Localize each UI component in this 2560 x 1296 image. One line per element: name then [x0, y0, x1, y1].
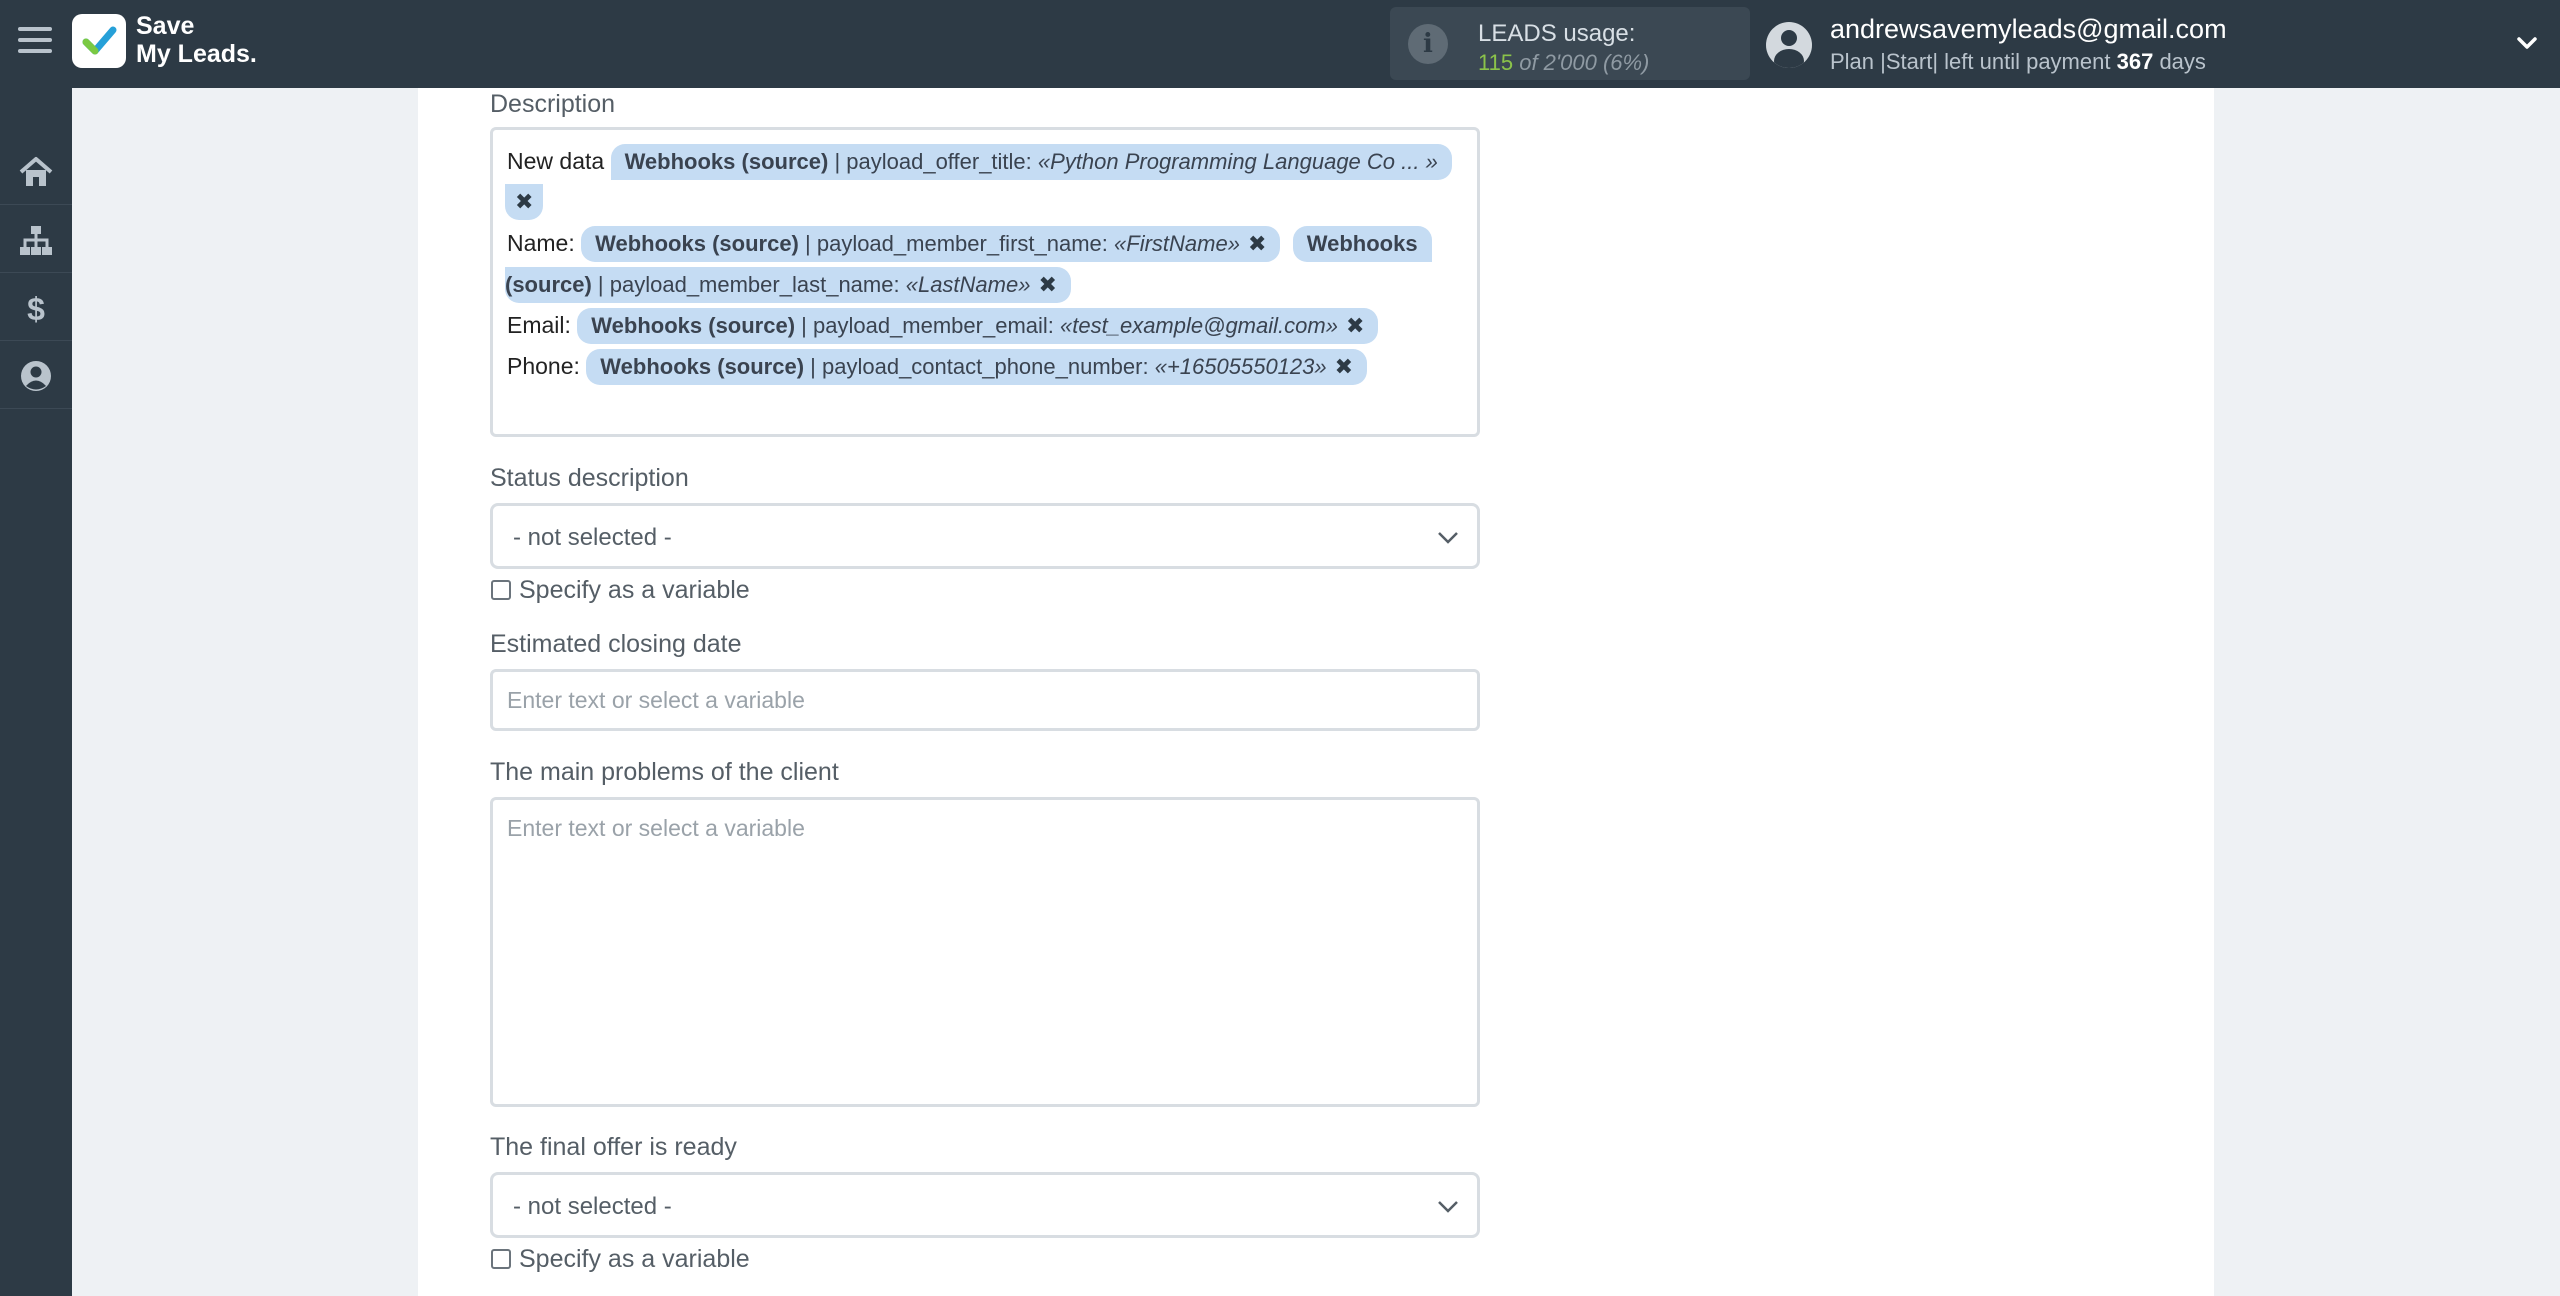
- plan-days: 367: [2116, 49, 2154, 74]
- description-label: Description: [490, 90, 616, 118]
- tag-source: Webhooks (source): [600, 354, 805, 379]
- sidebar-item-billing[interactable]: $: [0, 273, 72, 341]
- usage-values: 115 of 2'000 (6%): [1478, 50, 1649, 76]
- account-info[interactable]: andrewsavemyleads@gmail.com Plan |Start|…: [1830, 14, 2227, 75]
- sidebar: $: [0, 88, 72, 1296]
- usage-label: LEADS usage:: [1478, 20, 1636, 47]
- description-line-3: Email: Webhooks (source) | payload_membe…: [507, 308, 1379, 344]
- sitemap-icon: [20, 226, 52, 255]
- menu-icon[interactable]: [18, 27, 52, 57]
- chevron-down-icon: [1438, 1201, 1458, 1213]
- remove-tag-icon[interactable]: ✖: [1038, 272, 1056, 297]
- remove-tag-icon[interactable]: ✖: [1335, 354, 1353, 379]
- usage-of: of 2'000: [1519, 50, 1597, 75]
- tag-source: (source): [505, 272, 592, 297]
- tag-source: Webhooks (source): [624, 149, 829, 174]
- remove-tag-icon[interactable]: ✖: [1248, 231, 1266, 256]
- brand-name[interactable]: Save My Leads.: [136, 12, 257, 68]
- status-variable-checkbox[interactable]: Specify as a variable: [491, 576, 750, 605]
- final-offer-label: The final offer is ready: [490, 1133, 737, 1161]
- description-line-1b: ✖: [505, 184, 544, 220]
- checkbox-label: Specify as a variable: [519, 1245, 750, 1273]
- tag-field: | payload_member_email:: [801, 313, 1054, 338]
- home-icon: [19, 157, 53, 186]
- leads-usage-panel: i LEADS usage: 115 of 2'000 (6%): [1390, 7, 1750, 80]
- tag-field: | payload_member_first_name:: [805, 231, 1108, 256]
- avatar[interactable]: [1766, 22, 1812, 68]
- tag-value: «Python Programming Language Co ... »: [1037, 149, 1438, 174]
- brand-line-1: Save: [136, 12, 195, 40]
- usage-used: 115: [1478, 50, 1514, 75]
- logo-icon[interactable]: [72, 14, 126, 68]
- description-line-2: Name: Webhooks (source) | payload_member…: [507, 226, 1432, 262]
- estimated-closing-date-input[interactable]: Enter text or select a variable: [490, 669, 1480, 731]
- brand-line-2: My Leads.: [136, 40, 257, 68]
- main-problems-textarea[interactable]: Enter text or select a variable: [490, 797, 1480, 1107]
- description-line-4: Phone: Webhooks (source) | payload_conta…: [507, 349, 1368, 385]
- checkbox-label: Specify as a variable: [519, 576, 750, 604]
- variable-tag-email[interactable]: Webhooks (source) | payload_member_email…: [577, 308, 1379, 344]
- plan-text: Plan |Start| left until payment: [1830, 49, 2111, 74]
- tag-source: Webhooks (source): [595, 231, 799, 256]
- tag-value: «LastName»: [905, 272, 1031, 297]
- sidebar-item-account[interactable]: [0, 341, 72, 409]
- input-placeholder: Enter text or select a variable: [507, 687, 805, 713]
- description-line-1: New data Webhooks (source) | payload_off…: [507, 144, 1452, 180]
- line-prefix-name: Name:: [507, 230, 575, 256]
- description-field[interactable]: New data Webhooks (source) | payload_off…: [490, 127, 1480, 437]
- usage-percent: (6%): [1602, 50, 1650, 75]
- line-prefix-email: Email:: [507, 312, 571, 338]
- final-offer-variable-checkbox[interactable]: Specify as a variable: [491, 1245, 750, 1274]
- user-icon: [21, 361, 51, 391]
- remove-tag-icon[interactable]: ✖: [515, 189, 533, 214]
- tag-field: | payload_offer_title:: [834, 149, 1032, 174]
- checkbox[interactable]: [491, 580, 511, 600]
- tag-field: | payload_member_last_name:: [597, 272, 900, 297]
- account-email: andrewsavemyleads@gmail.com: [1830, 14, 2227, 44]
- variable-tag-last-name[interactable]: (source) | payload_member_last_name: «La…: [505, 267, 1071, 303]
- sidebar-item-connections[interactable]: [0, 205, 72, 273]
- select-value: - not selected -: [513, 524, 672, 551]
- tag-source: Webhooks (source): [591, 313, 796, 338]
- svg-text:$: $: [27, 291, 45, 325]
- variable-tag-last-name-start[interactable]: Webhooks: [1292, 226, 1432, 262]
- variable-tag-phone[interactable]: Webhooks (source) | payload_contact_phon…: [586, 349, 1368, 385]
- tag-field: | payload_contact_phone_number:: [810, 354, 1149, 379]
- sidebar-item-home[interactable]: [0, 137, 72, 205]
- chevron-down-icon: [1438, 532, 1458, 544]
- tag-value: «+16505550123»: [1154, 354, 1327, 379]
- tag-value: «FirstName»: [1114, 231, 1240, 256]
- status-description-select[interactable]: - not selected -: [490, 503, 1480, 569]
- description-line-2b: (source) | payload_member_last_name: «La…: [505, 267, 1071, 303]
- variable-tag-first-name[interactable]: Webhooks (source) | payload_member_first…: [581, 226, 1281, 262]
- line-prefix-new-data: New data: [507, 148, 605, 174]
- dollar-icon: $: [27, 291, 45, 325]
- plan-days-suffix: days: [2159, 49, 2206, 74]
- estimated-closing-date-label: Estimated closing date: [490, 630, 742, 658]
- checkbox[interactable]: [491, 1249, 511, 1269]
- variable-tag-offer-title[interactable]: Webhooks (source) | payload_offer_title:…: [610, 144, 1452, 180]
- info-icon: i: [1408, 24, 1448, 64]
- chevron-down-icon[interactable]: [2514, 30, 2540, 56]
- plan-info: Plan |Start| left until payment 367 days: [1830, 49, 2227, 75]
- status-description-label: Status description: [490, 464, 689, 492]
- main-problems-label: The main problems of the client: [490, 758, 839, 786]
- variable-tag-offer-title-remove[interactable]: ✖: [505, 184, 544, 220]
- line-prefix-phone: Phone:: [507, 353, 580, 379]
- tag-source: Webhooks: [1306, 231, 1418, 256]
- textarea-placeholder: Enter text or select a variable: [507, 815, 805, 841]
- select-value: - not selected -: [513, 1193, 672, 1220]
- tag-value: «test_example@gmail.com»: [1060, 313, 1338, 338]
- remove-tag-icon[interactable]: ✖: [1346, 313, 1364, 338]
- final-offer-select[interactable]: - not selected -: [490, 1172, 1480, 1238]
- top-bar: Save My Leads. i LEADS usage: 115 of 2'0…: [0, 0, 2560, 88]
